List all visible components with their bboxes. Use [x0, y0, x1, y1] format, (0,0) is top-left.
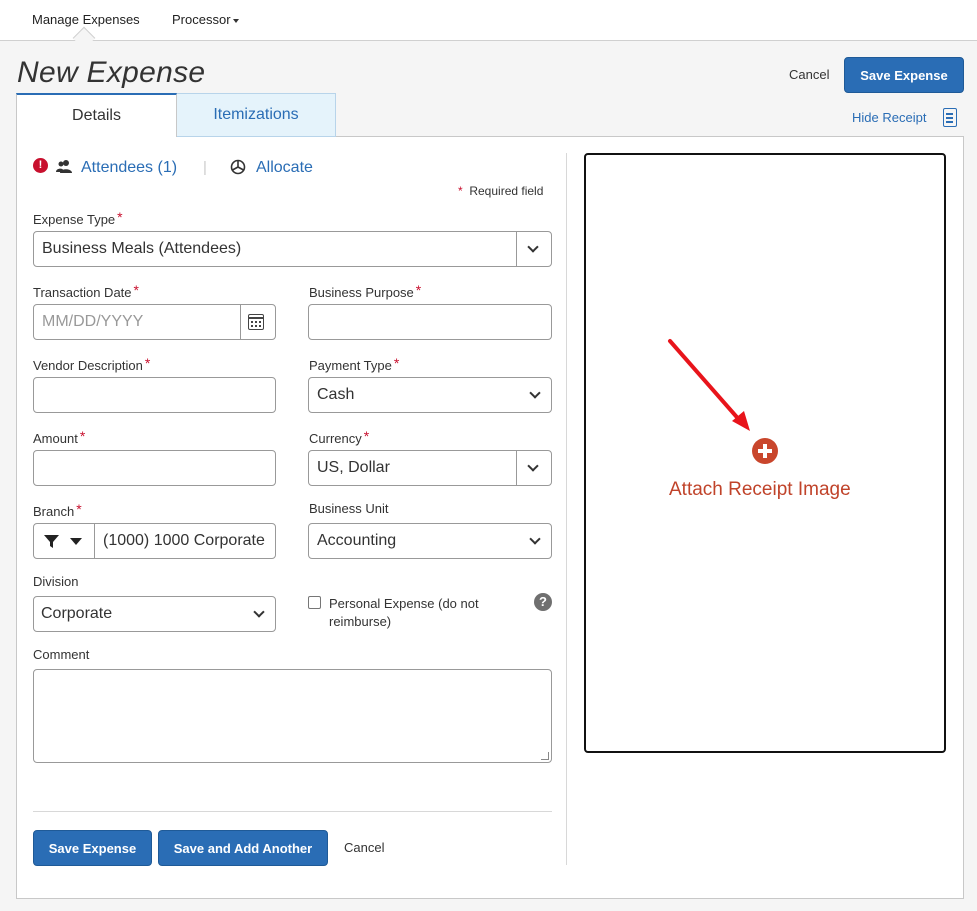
branch-label-text: Branch	[33, 504, 75, 519]
business-purpose-input[interactable]	[308, 304, 552, 340]
expense-type-value: Business Meals (Attendees)	[42, 240, 242, 257]
nav-manage-expenses[interactable]: Manage Expenses	[32, 12, 140, 27]
chevron-down-icon	[253, 606, 265, 618]
attach-receipt-link[interactable]: Attach Receipt Image	[669, 479, 851, 501]
transaction-date-label: Transaction Date *	[33, 282, 139, 300]
business-unit-value: Accounting	[317, 532, 397, 549]
nav-processor-label: Processor	[172, 12, 231, 27]
resize-handle-icon[interactable]	[541, 752, 549, 760]
payment-type-label: Payment Type *	[309, 355, 399, 373]
tab-itemizations[interactable]: Itemizations	[176, 93, 336, 137]
filter-divider	[94, 524, 95, 558]
expense-type-select[interactable]: Business Meals (Attendees)	[33, 231, 552, 267]
expense-type-label: Expense Type *	[33, 209, 123, 227]
page-title: New Expense	[17, 56, 206, 89]
attendees-link[interactable]: Attendees (1)	[81, 159, 177, 177]
caret-down-icon	[232, 18, 239, 23]
nav-active-pointer	[72, 26, 96, 50]
receipt-icon[interactable]	[943, 108, 957, 127]
branch-input[interactable]: (1000) 1000 Corporate	[33, 523, 276, 559]
required-star: *	[144, 355, 151, 371]
personal-expense-label[interactable]: Personal Expense (do not reimburse)	[329, 595, 514, 631]
chevron-down-icon	[529, 533, 541, 545]
currency-label-text: Currency	[309, 431, 362, 446]
division-select[interactable]: Corporate	[33, 596, 276, 632]
link-separator: |	[203, 159, 207, 176]
top-nav: Manage Expenses Processor	[0, 0, 977, 50]
branch-value: (1000) 1000 Corporate	[103, 532, 265, 549]
chevron-down-icon	[529, 387, 541, 399]
help-icon[interactable]: ?	[534, 593, 552, 611]
header-save-button[interactable]: Save Expense	[844, 57, 964, 93]
business-purpose-label: Business Purpose *	[309, 282, 421, 300]
header-cancel-button[interactable]: Cancel	[789, 67, 829, 82]
required-star: *	[117, 209, 123, 225]
payment-type-label-text: Payment Type	[309, 358, 392, 373]
business-purpose-label-text: Business Purpose	[309, 285, 414, 300]
required-star: *	[79, 428, 86, 444]
caret-down-icon[interactable]	[70, 538, 82, 545]
vendor-description-label: Vendor Description *	[33, 355, 150, 373]
attendees-icon	[56, 160, 72, 173]
select-divider	[516, 451, 517, 485]
allocate-pie-icon	[230, 159, 246, 175]
personal-expense-checkbox[interactable]	[308, 596, 321, 609]
cancel-button[interactable]: Cancel	[344, 840, 384, 855]
chevron-down-icon	[527, 460, 539, 472]
amount-label: Amount *	[33, 428, 85, 446]
calendar-icon[interactable]	[248, 314, 264, 330]
add-receipt-icon[interactable]	[752, 438, 778, 464]
amount-label-text: Amount	[33, 431, 78, 446]
division-value: Corporate	[41, 605, 113, 622]
required-star: *	[458, 184, 463, 198]
transaction-date-input[interactable]: MM/DD/YYYY	[33, 304, 276, 340]
vendor-description-input[interactable]	[33, 377, 276, 413]
payment-type-value: Cash	[317, 386, 355, 403]
form-footer-divider	[33, 811, 552, 812]
required-star: *	[76, 501, 82, 517]
transaction-date-placeholder: MM/DD/YYYY	[42, 313, 144, 330]
payment-type-select[interactable]: Cash	[308, 377, 552, 413]
hide-receipt-link[interactable]: Hide Receipt	[852, 110, 926, 125]
business-unit-select[interactable]: Accounting	[308, 523, 552, 559]
required-field-text: Required field	[469, 184, 544, 198]
required-star: *	[363, 428, 370, 444]
nav-processor[interactable]: Processor	[172, 12, 239, 27]
business-unit-label: Business Unit	[309, 501, 389, 516]
transaction-date-label-text: Transaction Date	[33, 285, 132, 300]
save-expense-button[interactable]: Save Expense	[33, 830, 152, 866]
alert-icon: !	[33, 158, 48, 173]
required-field-note: * Required field	[458, 184, 543, 198]
required-star: *	[133, 282, 139, 298]
currency-label: Currency *	[309, 428, 369, 446]
tab-details[interactable]: Details	[16, 93, 177, 137]
select-divider	[516, 232, 517, 266]
division-label: Division	[33, 574, 79, 589]
vendor-description-label-text: Vendor Description	[33, 358, 143, 373]
required-star: *	[393, 355, 400, 371]
expense-type-label-text: Expense Type	[33, 212, 116, 227]
filter-icon[interactable]	[44, 534, 59, 549]
branch-label: Branch *	[33, 501, 82, 519]
comment-textarea[interactable]	[33, 669, 552, 763]
red-arrow-annotation	[668, 339, 750, 431]
comment-label: Comment	[33, 647, 90, 662]
chevron-down-icon	[527, 241, 539, 253]
currency-value: US, Dollar	[317, 459, 390, 476]
calendar-divider	[240, 305, 241, 339]
column-divider	[566, 153, 567, 865]
allocate-link[interactable]: Allocate	[256, 159, 313, 177]
required-star: *	[415, 282, 422, 298]
amount-input[interactable]	[33, 450, 276, 486]
currency-select[interactable]: US, Dollar	[308, 450, 552, 486]
save-and-add-another-button[interactable]: Save and Add Another	[158, 830, 328, 866]
